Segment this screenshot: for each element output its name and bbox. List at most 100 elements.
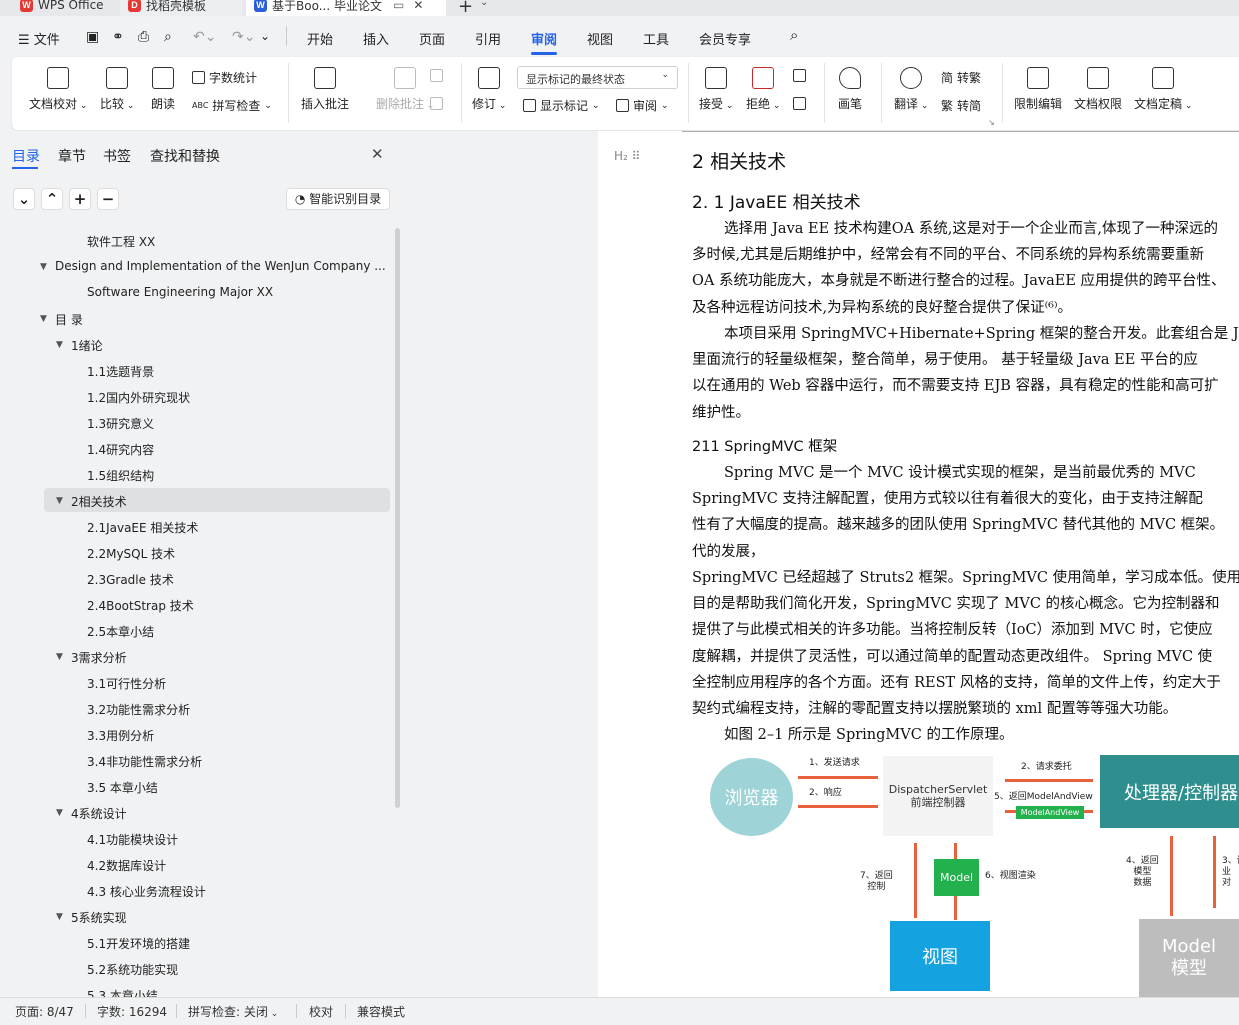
quick-access-more-icon[interactable]: ⌄	[260, 29, 270, 43]
status-page[interactable]: 页面: 8/47	[15, 1003, 74, 1020]
toc-item[interactable]: 2.5本章小结	[87, 623, 154, 640]
search-icon[interactable]: ⌕	[790, 26, 798, 44]
smart-toc-button[interactable]: ◔ 智能识别目录	[286, 188, 390, 210]
close-pane-icon[interactable]: ✕	[371, 145, 384, 163]
nav-tab-find-replace[interactable]: 查找和替换	[150, 146, 220, 166]
toc-item[interactable]: 2.2MySQL 技术	[87, 545, 175, 562]
accept-button[interactable]: 接受 ⌄	[699, 67, 733, 112]
tab-wps-office[interactable]: W WPS Office	[12, 0, 116, 16]
translate-button[interactable]: 翻译 ⌄	[894, 67, 928, 112]
toc-item[interactable]: 软件工程 XX	[87, 233, 155, 250]
add-heading-button[interactable]: +	[69, 188, 91, 210]
doc-check-button[interactable]: 文档校对 ⌄	[29, 67, 87, 112]
toc-item[interactable]: 5系统实现	[71, 909, 127, 926]
toc-item[interactable]: 2相关技术	[71, 493, 127, 510]
toc-item[interactable]: 1.3研究意义	[87, 415, 154, 432]
expand-level-button[interactable]: ⌃	[41, 188, 63, 210]
toc-item[interactable]: 5.2系统功能实现	[87, 961, 178, 978]
print-icon[interactable]: ⎙	[138, 29, 149, 45]
delete-comment-button[interactable]: 删除批注 ⌄	[376, 67, 434, 112]
tab-close-icon[interactable]: ✕	[413, 0, 423, 12]
toc-item[interactable]: 1.1选题背景	[87, 363, 154, 380]
print-preview-icon[interactable]: ⌕	[164, 29, 172, 45]
remove-heading-button[interactable]: −	[97, 188, 119, 210]
doc-permission-button[interactable]: 文档权限	[1074, 67, 1122, 112]
status-proofread[interactable]: 校对	[309, 1003, 333, 1020]
spell-check-button[interactable]: ABC 拼写检查 ⌄	[192, 97, 272, 114]
tab-docer-templates[interactable]: D 找稻壳模板	[120, 0, 242, 16]
toc-item[interactable]: 3.3用例分析	[87, 727, 154, 744]
status-word-count[interactable]: 字数: 16294	[97, 1003, 167, 1020]
toc-expand-triangle-icon[interactable]: ▼	[56, 652, 63, 662]
toc-item[interactable]: 2.3Gradle 技术	[87, 571, 174, 588]
new-tab-plus-icon[interactable]: +	[458, 0, 473, 16]
toc-item[interactable]: 2.1JavaEE 相关技术	[87, 519, 198, 536]
toc-item[interactable]: 5.1开发环境的搭建	[87, 935, 190, 952]
menu-tab-home[interactable]: 开始	[307, 29, 333, 48]
menu-tab-page[interactable]: 页面	[419, 29, 445, 48]
toc-item[interactable]: 1.5组织结构	[87, 467, 154, 484]
toc-item[interactable]: 4系统设计	[71, 805, 127, 822]
toc-item[interactable]: Software Engineering Major XX	[87, 285, 273, 299]
collapse-level-button[interactable]: ⌄	[13, 188, 35, 210]
compare-button[interactable]: 比较 ⌄	[100, 67, 134, 112]
to-traditional-button[interactable]: 简转繁	[941, 69, 981, 86]
restrict-edit-button[interactable]: 限制编辑	[1014, 67, 1062, 112]
doc-finalize-button[interactable]: 文档定稿 ⌄	[1134, 67, 1192, 112]
show-markup-button[interactable]: 显示标记 ⌄	[523, 97, 600, 114]
to-simplified-button[interactable]: 繁转简	[941, 97, 981, 114]
toc-item[interactable]: 2.4BootStrap 技术	[87, 597, 194, 614]
toc-scrollbar[interactable]	[395, 228, 400, 808]
menu-tab-review[interactable]: 审阅	[531, 29, 557, 48]
redo-icon[interactable]: ↷⌄	[232, 29, 255, 45]
share-icon[interactable]: ⚭	[112, 29, 124, 45]
toc-item[interactable]: 4.3 核心业务流程设计	[87, 883, 206, 900]
pen-button[interactable]: 画笔	[838, 67, 862, 112]
toc-expand-triangle-icon[interactable]: ▼	[56, 912, 63, 922]
nav-tab-chapters[interactable]: 章节	[58, 146, 86, 166]
insert-comment-button[interactable]: 插入批注	[301, 67, 349, 112]
word-count-button[interactable]: 字数统计	[192, 69, 257, 86]
undo-icon[interactable]: ↶⌄	[193, 29, 216, 45]
toc-item[interactable]: 4.1功能模块设计	[87, 831, 178, 848]
toc-expand-triangle-icon[interactable]: ▼	[56, 496, 63, 506]
toc-item[interactable]: 3.5 本章小结	[87, 779, 158, 796]
toc-item[interactable]: 1绪论	[71, 337, 103, 354]
document-page[interactable]: H₂ ⠿ 2 相关技术 2. 1 JavaEE 相关技术 选择用 Java EE…	[598, 131, 1239, 997]
nav-tab-toc[interactable]: 目录	[12, 146, 40, 166]
toc-item[interactable]: 3需求分析	[71, 649, 127, 666]
toc-item[interactable]: 1.2国内外研究现状	[87, 389, 190, 406]
toc-expand-triangle-icon[interactable]: ▼	[56, 340, 63, 350]
reject-button[interactable]: 拒绝 ⌄	[746, 67, 780, 112]
menu-tab-references[interactable]: 引用	[475, 29, 501, 48]
menu-tab-tools[interactable]: 工具	[643, 29, 669, 48]
next-change-icon[interactable]	[793, 97, 806, 110]
file-menu[interactable]: ☰ 文件	[18, 29, 60, 48]
heading-style-marker[interactable]: H₂ ⠿	[614, 149, 640, 163]
toc-item[interactable]: Design and Implementation of the WenJun …	[55, 259, 386, 273]
tab-list-chevron-icon[interactable]: ⌄	[480, 0, 488, 8]
toc-item[interactable]: 1.4研究内容	[87, 441, 154, 458]
toc-expand-triangle-icon[interactable]: ▼	[40, 262, 47, 272]
save-icon[interactable]: ▣	[86, 29, 99, 45]
toc-item[interactable]: 目 录	[55, 311, 83, 328]
toc-expand-triangle-icon[interactable]: ▼	[56, 808, 63, 818]
toc-item[interactable]: 3.4非功能性需求分析	[87, 753, 202, 770]
tab-current-document[interactable]: W 基于Boo... 毕业论文 ▭ ✕	[246, 0, 446, 16]
review-pane-button[interactable]: 审阅 ⌄	[616, 97, 669, 114]
menu-tab-view[interactable]: 视图	[587, 29, 613, 48]
tab-restore-icon[interactable]: ▭	[393, 0, 404, 12]
next-comment-icon[interactable]	[430, 97, 443, 110]
menu-tab-member[interactable]: 会员专享	[699, 29, 751, 48]
track-changes-button[interactable]: 修订 ⌄	[472, 67, 506, 112]
markup-display-select[interactable]: 显示标记的最终状态 ⌄	[517, 66, 678, 89]
dialog-launcher-icon[interactable]: ↘	[988, 118, 995, 127]
prev-change-icon[interactable]	[793, 69, 806, 82]
status-spell-check[interactable]: 拼写检查: 关闭 ⌄	[188, 1003, 278, 1020]
toc-item[interactable]: 4.2数据库设计	[87, 857, 166, 874]
nav-tab-bookmarks[interactable]: 书签	[103, 146, 131, 166]
toc-expand-triangle-icon[interactable]: ▼	[40, 314, 47, 324]
toc-item[interactable]: 3.2功能性需求分析	[87, 701, 190, 718]
menu-tab-insert[interactable]: 插入	[363, 29, 389, 48]
toc-item[interactable]: 3.1可行性分析	[87, 675, 166, 692]
